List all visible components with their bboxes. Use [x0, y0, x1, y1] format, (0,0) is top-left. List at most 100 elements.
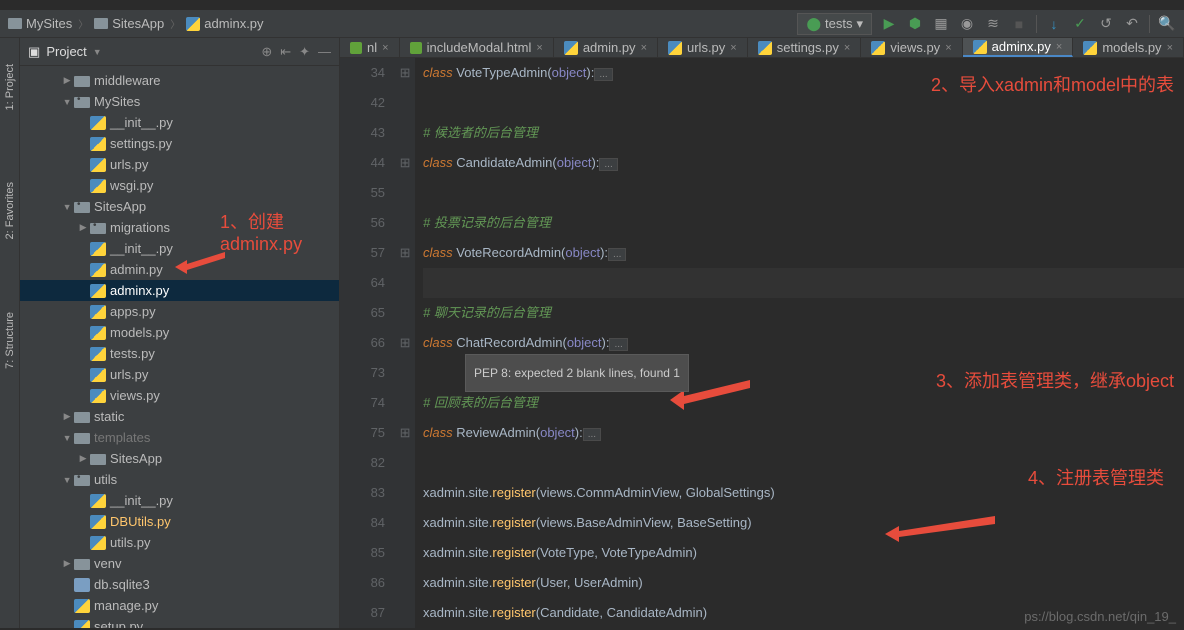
- project-tree[interactable]: 1、创建adminx.py ▶middleware▼MySites__init_…: [20, 66, 339, 628]
- tree-item[interactable]: ▼SitesApp: [20, 196, 339, 217]
- close-tab-icon[interactable]: ×: [536, 42, 542, 54]
- run-button[interactable]: ▶: [880, 15, 898, 33]
- tree-item[interactable]: manage.py: [20, 595, 339, 616]
- test-icon: ⬤: [806, 16, 821, 32]
- tree-item[interactable]: ▼templates: [20, 427, 339, 448]
- project-view-icon: ▣: [28, 44, 40, 60]
- project-panel-title[interactable]: Project: [46, 44, 86, 59]
- close-tab-icon[interactable]: ×: [844, 42, 850, 54]
- crumb-file[interactable]: adminx.py: [186, 16, 263, 31]
- crumb-root[interactable]: MySites: [8, 16, 72, 31]
- tab-project[interactable]: 1: Project: [2, 58, 18, 116]
- tree-item[interactable]: __init__.py: [20, 238, 339, 259]
- tree-item[interactable]: ▶migrations: [20, 217, 339, 238]
- debug-button[interactable]: ⬢: [906, 15, 924, 33]
- scroll-from-source-button[interactable]: ⊕: [261, 44, 272, 60]
- tree-item[interactable]: __init__.py: [20, 490, 339, 511]
- tree-item[interactable]: ▶static: [20, 406, 339, 427]
- editor-tab[interactable]: nl×: [340, 38, 400, 57]
- tree-item[interactable]: utils.py: [20, 532, 339, 553]
- close-tab-icon[interactable]: ×: [1167, 42, 1173, 54]
- tree-item[interactable]: ▶middleware: [20, 70, 339, 91]
- collapse-all-button[interactable]: ⇤: [280, 44, 291, 60]
- code-content[interactable]: 2、导入xadmin和model中的表 3、添加表管理类，继承object 4、…: [415, 58, 1184, 628]
- editor-tab[interactable]: adminx.py×: [963, 38, 1074, 57]
- pyf-icon: [90, 347, 106, 361]
- editor-tab[interactable]: settings.py×: [748, 38, 862, 57]
- coverage-button[interactable]: ▦: [932, 15, 950, 33]
- tree-item[interactable]: setup.py: [20, 616, 339, 628]
- tree-item[interactable]: ▶venv: [20, 553, 339, 574]
- pyf-icon: [90, 368, 106, 382]
- editor-tab[interactable]: urls.py×: [658, 38, 748, 57]
- pkg-icon: [74, 202, 90, 213]
- pkg-icon: [90, 223, 106, 234]
- chevron-down-icon: ▾: [856, 16, 863, 32]
- tree-item[interactable]: admin.py: [20, 259, 339, 280]
- chevron-down-icon[interactable]: ▼: [93, 47, 102, 57]
- pyf-icon: [90, 536, 106, 550]
- close-tab-icon[interactable]: ×: [730, 42, 736, 54]
- hide-button[interactable]: —: [318, 44, 331, 60]
- stop-button[interactable]: ■: [1010, 15, 1028, 33]
- tree-item[interactable]: urls.py: [20, 154, 339, 175]
- project-panel-header: ▣ Project ▼ ⊕ ⇤ ✦ —: [20, 38, 339, 66]
- pyf-icon: [90, 242, 106, 256]
- tree-item[interactable]: ▶SitesApp: [20, 448, 339, 469]
- vcs-commit-button[interactable]: ✓: [1071, 15, 1089, 33]
- tree-item[interactable]: DBUtils.py: [20, 511, 339, 532]
- pyf-icon: [90, 137, 106, 151]
- tree-item[interactable]: ▼utils: [20, 469, 339, 490]
- vcs-update-button[interactable]: ↓: [1045, 15, 1063, 33]
- tree-item[interactable]: __init__.py: [20, 112, 339, 133]
- search-button[interactable]: 🔍: [1158, 15, 1176, 33]
- dir-icon: [74, 433, 90, 444]
- py-file-icon: [668, 41, 682, 55]
- db-icon: [74, 578, 90, 592]
- pyf-icon: [90, 515, 106, 529]
- tree-item[interactable]: views.py: [20, 385, 339, 406]
- tree-item[interactable]: urls.py: [20, 364, 339, 385]
- tab-structure[interactable]: 7: Structure: [2, 306, 18, 375]
- fold-gutter[interactable]: ⊞⊞⊞⊞⊞: [395, 58, 415, 628]
- close-tab-icon[interactable]: ×: [382, 42, 388, 54]
- tree-item[interactable]: db.sqlite3: [20, 574, 339, 595]
- folder-icon: [8, 18, 22, 29]
- breadcrumb-toolbar: MySites 〉 SitesApp 〉 adminx.py ⬤tests▾ ▶…: [0, 10, 1184, 38]
- left-tool-strip: 1: Project 2: Favorites 7: Structure: [0, 38, 20, 628]
- concurrency-button[interactable]: ≋: [984, 15, 1002, 33]
- menu-bar: [0, 0, 1184, 10]
- tab-favorites[interactable]: 2: Favorites: [2, 176, 18, 245]
- editor-tab[interactable]: views.py×: [861, 38, 962, 57]
- code-editor[interactable]: 34424344555657646566737475828384858687 ⊞…: [340, 58, 1184, 628]
- pyf-icon: [90, 179, 106, 193]
- html-file-icon: [410, 42, 422, 54]
- dir-icon: [74, 559, 90, 570]
- tree-item[interactable]: wsgi.py: [20, 175, 339, 196]
- tree-item[interactable]: models.py: [20, 322, 339, 343]
- profile-button[interactable]: ◉: [958, 15, 976, 33]
- vcs-revert-button[interactable]: ↶: [1123, 15, 1141, 33]
- crumb-app[interactable]: SitesApp: [94, 16, 164, 31]
- close-tab-icon[interactable]: ×: [945, 42, 951, 54]
- py-file-icon: [758, 41, 772, 55]
- pyf-icon: [90, 494, 106, 508]
- pyf-icon: [90, 389, 106, 403]
- vcs-history-button[interactable]: ↺: [1097, 15, 1115, 33]
- run-config-selector[interactable]: ⬤tests▾: [797, 13, 872, 35]
- divider: [1036, 15, 1037, 33]
- tree-item[interactable]: settings.py: [20, 133, 339, 154]
- tree-item[interactable]: tests.py: [20, 343, 339, 364]
- editor-tab[interactable]: models.py×: [1073, 38, 1184, 57]
- settings-gear-icon[interactable]: ✦: [299, 44, 310, 60]
- tree-item[interactable]: apps.py: [20, 301, 339, 322]
- tree-item[interactable]: ▼MySites: [20, 91, 339, 112]
- editor-tab[interactable]: admin.py×: [554, 38, 658, 57]
- python-file-icon: [186, 17, 200, 31]
- run-toolbar: ⬤tests▾ ▶ ⬢ ▦ ◉ ≋ ■ ↓ ✓ ↺ ↶ 🔍: [797, 13, 1176, 35]
- editor-tab[interactable]: includeModal.html×: [400, 38, 554, 57]
- editor-area: nl×includeModal.html×admin.py×urls.py×se…: [340, 38, 1184, 628]
- close-tab-icon[interactable]: ×: [641, 42, 647, 54]
- close-tab-icon[interactable]: ×: [1056, 41, 1062, 53]
- tree-item[interactable]: adminx.py: [20, 280, 339, 301]
